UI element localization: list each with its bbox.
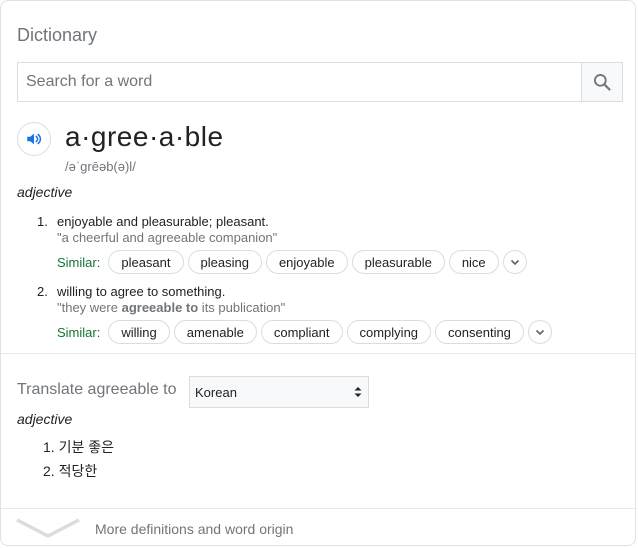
similar-chip[interactable]: pleasurable [351, 250, 445, 274]
definition-text: enjoyable and pleasurable; pleasant. [57, 214, 269, 229]
search-button[interactable] [581, 63, 622, 101]
search-icon [594, 74, 611, 91]
speaker-icon [27, 133, 42, 145]
similar-chip[interactable]: pleasant [108, 250, 184, 274]
translation-item-1: 1. 기분 좋은 [43, 439, 114, 455]
similar-chip[interactable]: compliant [260, 320, 343, 344]
similar-label: Similar: [57, 324, 101, 340]
similar-row-2: Similar: willing amenable compliant comp… [57, 320, 552, 344]
similar-chip[interactable]: nice [448, 250, 499, 274]
similar-row-1: Similar: pleasant pleasing enjoyable ple… [57, 250, 527, 274]
translate-label: Translate agreeable to [17, 381, 177, 398]
dictionary-title: Dictionary [17, 25, 98, 45]
similar-chip[interactable]: willing [108, 320, 170, 344]
example-text: its publication" [198, 300, 286, 315]
more-definitions-link[interactable]: More definitions and word origin [95, 521, 293, 537]
similar-chip[interactable]: consenting [435, 320, 524, 344]
up-down-arrows-icon [354, 387, 362, 397]
search-box [17, 62, 623, 102]
definition-number: 1. [37, 214, 48, 229]
similar-chip[interactable]: complying [346, 320, 432, 344]
part-of-speech: adjective [17, 184, 73, 200]
language-select[interactable]: Korean [189, 376, 369, 408]
dictionary-card: Dictionary a·gree·a·ble /əˈɡrēəb(ə)l/ ad… [0, 0, 636, 546]
similar-label: Similar: [57, 254, 101, 270]
chevron-down-icon [535, 329, 544, 336]
chevron-down-icon [510, 259, 519, 266]
search-input[interactable] [18, 63, 581, 101]
definition-example: "a cheerful and agreeable companion" [57, 230, 278, 245]
pronunciation-button[interactable] [17, 122, 51, 156]
more-similar-button[interactable] [527, 320, 552, 344]
phonetic: /əˈɡrēəb(ə)l/ [65, 159, 136, 174]
definition-text: willing to agree to something. [57, 284, 226, 299]
more-similar-button[interactable] [502, 250, 527, 274]
translation-item-2: 2. 적당한 [43, 463, 98, 479]
definition-number: 2. [37, 284, 48, 299]
definition-example: "they were agreeable to its publication" [57, 300, 285, 315]
similar-chip[interactable]: pleasing [187, 250, 262, 274]
language-select-value: Korean [195, 384, 237, 400]
chevron-down-icon[interactable] [15, 517, 81, 539]
example-keyword: agreeable to [121, 300, 199, 315]
headword: a·gree·a·ble [65, 121, 224, 152]
section-divider [1, 353, 635, 354]
example-text: "they were [57, 300, 122, 315]
translate-part-of-speech: adjective [17, 411, 73, 427]
footer: More definitions and word origin [1, 509, 635, 545]
similar-chip[interactable]: amenable [173, 320, 257, 344]
similar-chip[interactable]: enjoyable [265, 250, 348, 274]
